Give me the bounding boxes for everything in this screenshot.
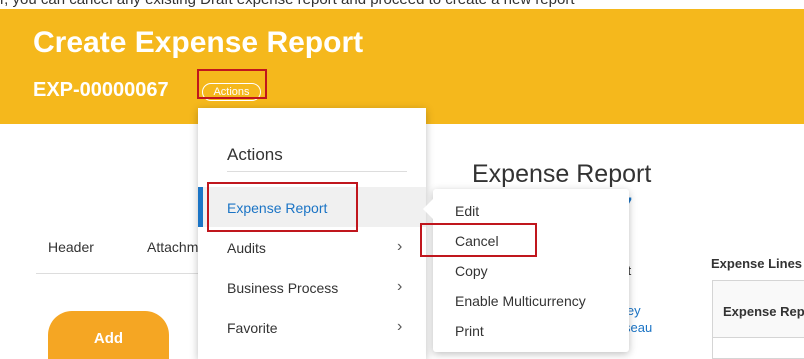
menu-item-business-process[interactable]: Business Process: [227, 280, 338, 296]
actions-menu: Actions Expense Report Audits › Business…: [198, 108, 426, 359]
tab-attachments[interactable]: Attachments: [147, 239, 202, 255]
submenu-pointer: [423, 199, 433, 219]
submenu-item-copy[interactable]: Copy: [455, 263, 488, 279]
highlight-expense-report-box: [207, 182, 358, 232]
page-title: Create Expense Report: [33, 26, 364, 59]
expense-lines-label: Expense Lines: [711, 256, 803, 271]
report-title: Expense Report: [472, 160, 652, 188]
submenu-item-print[interactable]: Print: [455, 323, 484, 339]
add-button[interactable]: Add: [48, 311, 169, 359]
report-id: EXP-00000067: [33, 79, 169, 101]
table-header: Expense Report: [713, 281, 804, 338]
menu-item-favorite[interactable]: Favorite: [227, 320, 278, 336]
highlight-cancel-box: [420, 223, 537, 257]
menu-header: Actions: [227, 145, 283, 164]
submenu-item-edit[interactable]: Edit: [455, 203, 479, 219]
submenu-item-enable-multicurrency[interactable]: Enable Multicurrency: [455, 293, 586, 309]
expense-lines-table: Expense Report: [712, 280, 804, 359]
tab-header[interactable]: Header: [48, 239, 94, 255]
page-banner: Create Expense Report EXP-00000067 Actio…: [0, 9, 804, 124]
menu-divider: [227, 171, 407, 172]
workday-screen: r, you can cancel any existing Draft exp…: [0, 0, 804, 359]
chevron-right-icon: ›: [397, 318, 403, 335]
expense-report-submenu: Edit Cancel Copy Enable Multicurrency Pr…: [423, 189, 629, 352]
chevron-right-icon: ›: [397, 278, 403, 295]
chevron-right-icon: ›: [397, 238, 403, 255]
tab-divider: [36, 273, 206, 274]
instruction-text: r, you can cancel any existing Draft exp…: [0, 0, 804, 9]
menu-item-audits[interactable]: Audits: [227, 240, 266, 256]
column-header-expense-report: Expense Report: [723, 304, 804, 319]
highlight-actions-box: [197, 69, 267, 99]
